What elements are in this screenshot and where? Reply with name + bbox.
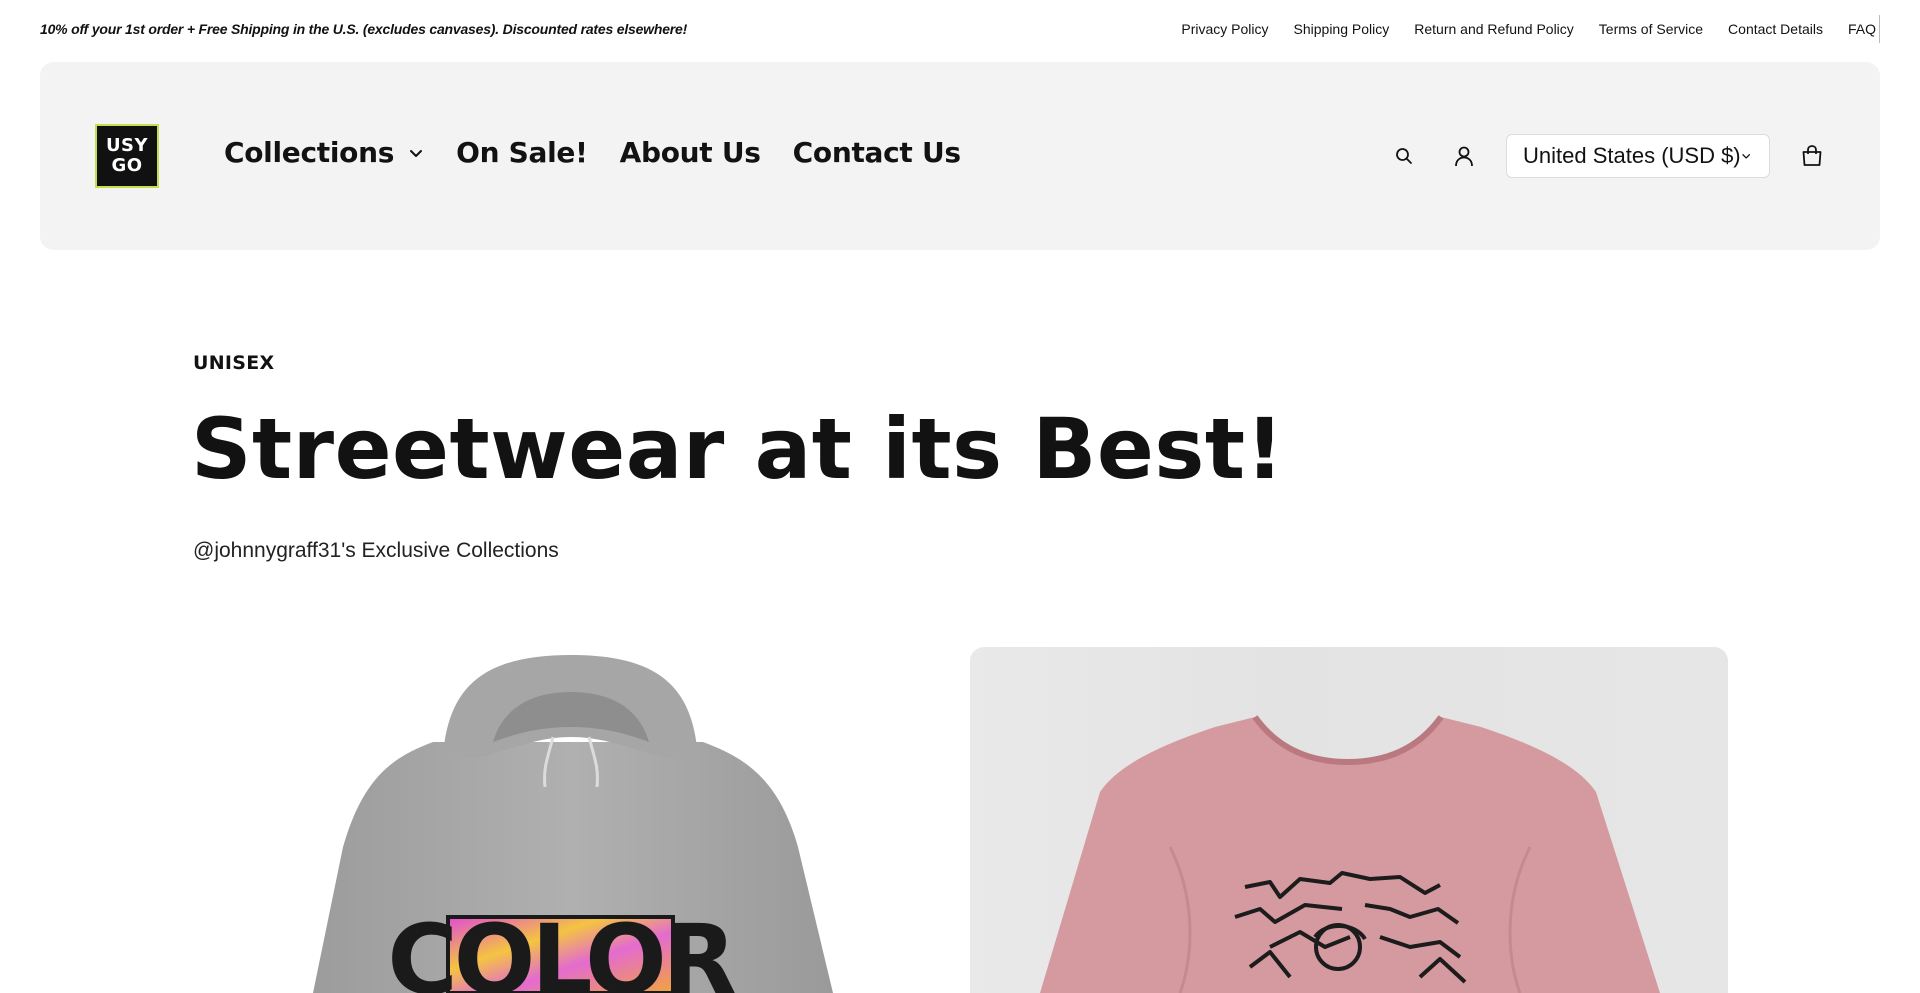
product-card-tshirt[interactable] (970, 647, 1728, 993)
logo-line-1: USY (105, 135, 149, 156)
refund-policy-link[interactable]: Return and Refund Policy (1414, 21, 1574, 37)
main-nav: Collections On Sale! About Us Contact Us (224, 136, 961, 169)
hoodie-print-text: COLOR (387, 904, 734, 993)
search-icon (1396, 148, 1412, 164)
shipping-policy-link[interactable]: Shipping Policy (1294, 21, 1390, 37)
contact-details-link[interactable]: Contact Details (1728, 21, 1823, 37)
nav-about-us[interactable]: About Us (620, 136, 761, 169)
cart-button[interactable] (1790, 134, 1834, 178)
site-header: USY GO Collections On Sale! About Us Con… (40, 62, 1880, 250)
announcement-text: 10% off your 1st order + Free Shipping i… (40, 21, 688, 37)
nav-contact-us[interactable]: Contact Us (793, 136, 961, 169)
hero-eyebrow: UNISEX (193, 352, 275, 374)
chevron-down-icon (410, 149, 423, 157)
chevron-down-icon (1741, 154, 1750, 159)
country-currency-selector[interactable]: United States (USD $) (1506, 134, 1770, 178)
header-actions: United States (USD $) (1382, 134, 1834, 178)
divider (1879, 15, 1880, 43)
announcement-bar: 10% off your 1st order + Free Shipping i… (0, 0, 1920, 60)
hoodie-image: COLOR (313, 655, 833, 993)
country-selector-value: United States (USD $) (1523, 143, 1741, 168)
nav-contact-us-label: Contact Us (792, 136, 961, 169)
tshirt-image (1040, 715, 1660, 993)
terms-of-service-link[interactable]: Terms of Service (1599, 21, 1703, 37)
store-logo[interactable]: USY GO (95, 124, 159, 188)
faq-link[interactable]: FAQ (1848, 21, 1876, 37)
account-button[interactable] (1442, 134, 1486, 178)
hero-subtitle: @johnnygraff31's Exclusive Collections (193, 539, 559, 562)
utility-links: Privacy Policy Shipping Policy Return an… (1181, 21, 1876, 37)
product-card-hoodie[interactable]: COLOR (193, 647, 951, 993)
nav-collections-label: Collections (224, 136, 395, 169)
account-icon (1455, 146, 1473, 167)
nav-about-us-label: About Us (619, 136, 761, 169)
nav-on-sale-label: On Sale! (456, 136, 588, 169)
nav-collections[interactable]: Collections (224, 136, 424, 169)
search-button[interactable] (1382, 134, 1426, 178)
hero-title: Streetwear at its Best! (191, 400, 1285, 498)
nav-on-sale[interactable]: On Sale! (456, 136, 588, 169)
cart-icon (1802, 145, 1822, 166)
privacy-policy-link[interactable]: Privacy Policy (1181, 21, 1268, 37)
logo-line-2: GO (111, 155, 143, 176)
